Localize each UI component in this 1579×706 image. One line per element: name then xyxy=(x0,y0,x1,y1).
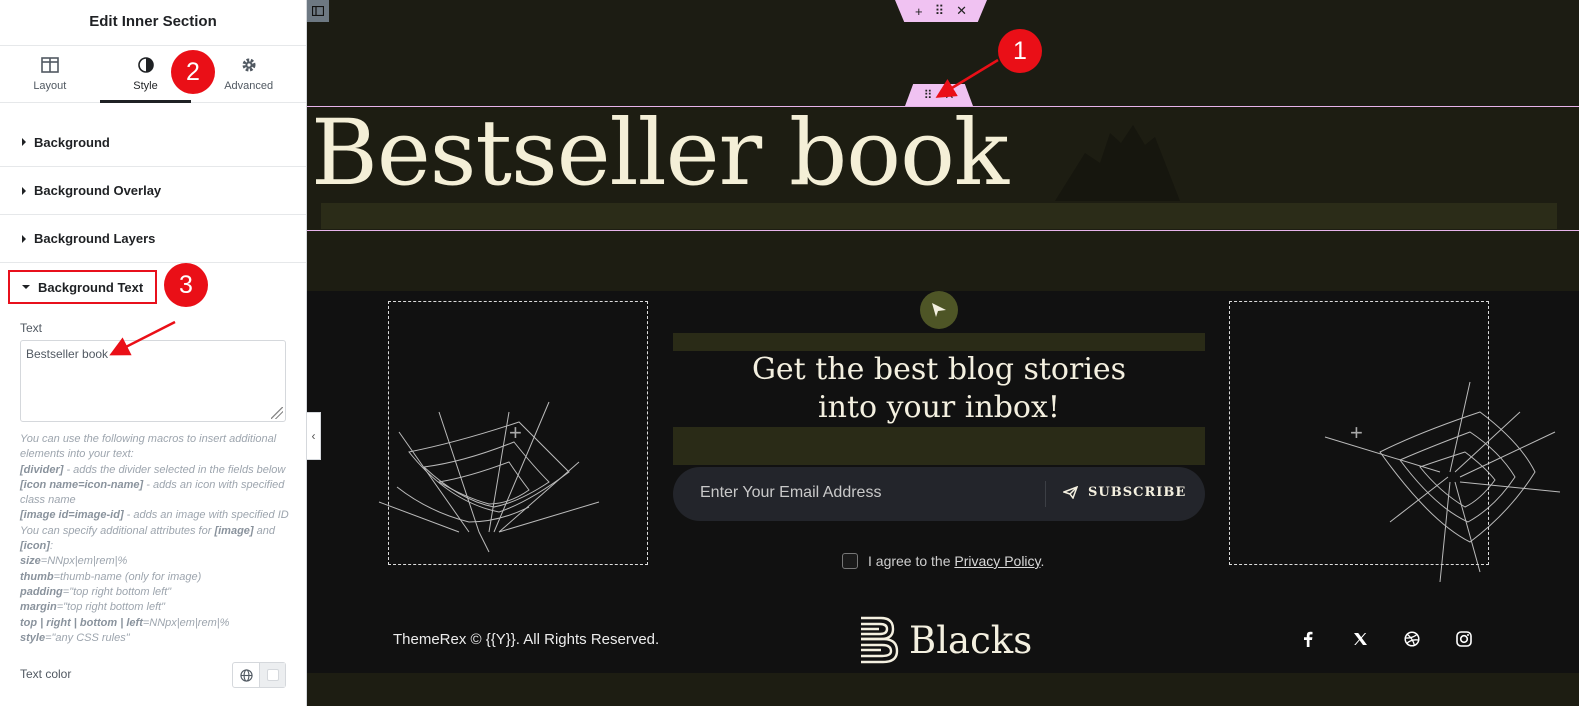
color-swatch[interactable] xyxy=(260,663,285,687)
drag-handle-icon[interactable]: ⠿ xyxy=(935,3,945,19)
add-icon[interactable]: + xyxy=(915,4,923,19)
logo-mark-icon xyxy=(861,616,899,664)
panel-tabs: Layout Style Advanced xyxy=(0,46,306,103)
tab-layout[interactable]: Layout xyxy=(0,46,100,102)
caret-down-icon xyxy=(22,285,30,289)
cobweb-right-icon xyxy=(1324,381,1561,583)
tab-advanced-label: Advanced xyxy=(224,80,274,92)
hero-band xyxy=(321,203,1557,229)
section-background-layers[interactable]: Background Layers xyxy=(0,215,306,263)
annotation-badge-1: 1 xyxy=(998,29,1042,73)
annotation-badge-2: 2 xyxy=(171,50,215,94)
copyright-text: ThemeRex © {{Y}}. All Rights Reserved. xyxy=(393,631,660,648)
close-icon[interactable]: ✕ xyxy=(944,88,954,102)
section-background-overlay[interactable]: Background Overlay xyxy=(0,167,306,215)
tab-layout-label: Layout xyxy=(33,80,67,92)
columns-icon xyxy=(0,57,100,77)
close-icon[interactable]: ✕ xyxy=(956,3,967,19)
globe-icon[interactable] xyxy=(233,663,260,687)
inner-section[interactable]: Bestseller book xyxy=(307,101,1579,231)
section-handle[interactable]: + ⠿ ✕ xyxy=(895,0,987,22)
text-field-label: Text xyxy=(20,321,43,335)
textarea-value: Bestseller book xyxy=(26,347,109,361)
site-logo[interactable]: Blacks xyxy=(859,616,1032,664)
section-background-overlay-label: Background Overlay xyxy=(34,183,162,198)
email-input[interactable]: Enter Your Email Address xyxy=(700,484,881,502)
send-icon xyxy=(920,291,958,329)
caret-right-icon xyxy=(22,138,26,146)
subscribe-button[interactable]: SUBSCRIBE xyxy=(1063,485,1186,500)
text-color-label: Text color xyxy=(20,667,72,681)
dribbble-icon[interactable] xyxy=(1403,630,1421,648)
resize-grip-icon[interactable] xyxy=(271,407,283,419)
panel-collapse-button[interactable]: ‹ xyxy=(307,412,321,460)
divider xyxy=(1045,481,1046,507)
paper-plane-icon xyxy=(1063,486,1078,499)
section-background-text-label: Background Text xyxy=(38,279,144,295)
logo-text: Blacks xyxy=(909,618,1033,662)
heading-band-bottom xyxy=(673,427,1205,465)
preview-canvas: + ⠿ ✕ ⠿ ✕ Bestseller book + + Get the be… xyxy=(307,0,1579,706)
empty-column-right[interactable]: + xyxy=(1229,301,1561,583)
privacy-policy-link[interactable]: Privacy Policy xyxy=(954,553,1040,569)
macros-help-text: You can use the following macros to inse… xyxy=(20,433,289,644)
add-element-icon[interactable]: + xyxy=(1350,420,1363,446)
heading-band-top xyxy=(673,333,1205,351)
section-background-label: Background xyxy=(34,134,110,150)
text-color-control[interactable] xyxy=(232,662,286,688)
email-form: Enter Your Email Address SUBSCRIBE xyxy=(673,467,1205,521)
panel-title: Edit Inner Section xyxy=(0,0,306,46)
section-background[interactable]: Background xyxy=(0,118,306,167)
privacy-consent: I agree to the Privacy Policy. xyxy=(842,553,1044,569)
book-silhouette-icon xyxy=(1055,123,1180,208)
footer: ThemeRex © {{Y}}. All Rights Reserved. B… xyxy=(307,608,1579,673)
bottom-band xyxy=(307,673,1579,706)
structure-toggle-button[interactable] xyxy=(307,0,329,22)
social-links xyxy=(1299,630,1473,648)
background-text-textarea[interactable]: Bestseller book xyxy=(20,340,286,422)
caret-right-icon xyxy=(22,234,26,243)
tab-style-label: Style xyxy=(133,80,158,92)
annotation-badge-3: 3 xyxy=(164,263,208,307)
empty-column-left[interactable]: + xyxy=(378,301,648,565)
highlight-box: Background Text xyxy=(8,270,158,304)
newsletter-heading: Get the best blog stories into your inbo… xyxy=(751,352,1127,425)
section-background-text[interactable]: Background Text xyxy=(0,263,306,311)
x-twitter-icon[interactable] xyxy=(1351,630,1369,648)
background-text-display: Bestseller book xyxy=(311,101,1009,206)
consent-text: I agree to the Privacy Policy. xyxy=(868,553,1045,569)
chevron-left-icon: ‹ xyxy=(311,429,316,443)
add-element-icon[interactable]: + xyxy=(509,420,522,446)
caret-right-icon xyxy=(22,186,26,195)
drag-handle-icon[interactable]: ⠿ xyxy=(924,88,933,102)
section-background-layers-label: Background Layers xyxy=(34,231,156,246)
facebook-icon[interactable] xyxy=(1299,630,1317,648)
newsletter-section: + + Get the best blog stories into your … xyxy=(307,291,1579,608)
instagram-icon[interactable] xyxy=(1455,630,1473,648)
editor-panel: Edit Inner Section Layout Style Advanced… xyxy=(0,0,307,706)
privacy-checkbox[interactable] xyxy=(842,553,858,569)
spacer-band xyxy=(307,231,1579,291)
